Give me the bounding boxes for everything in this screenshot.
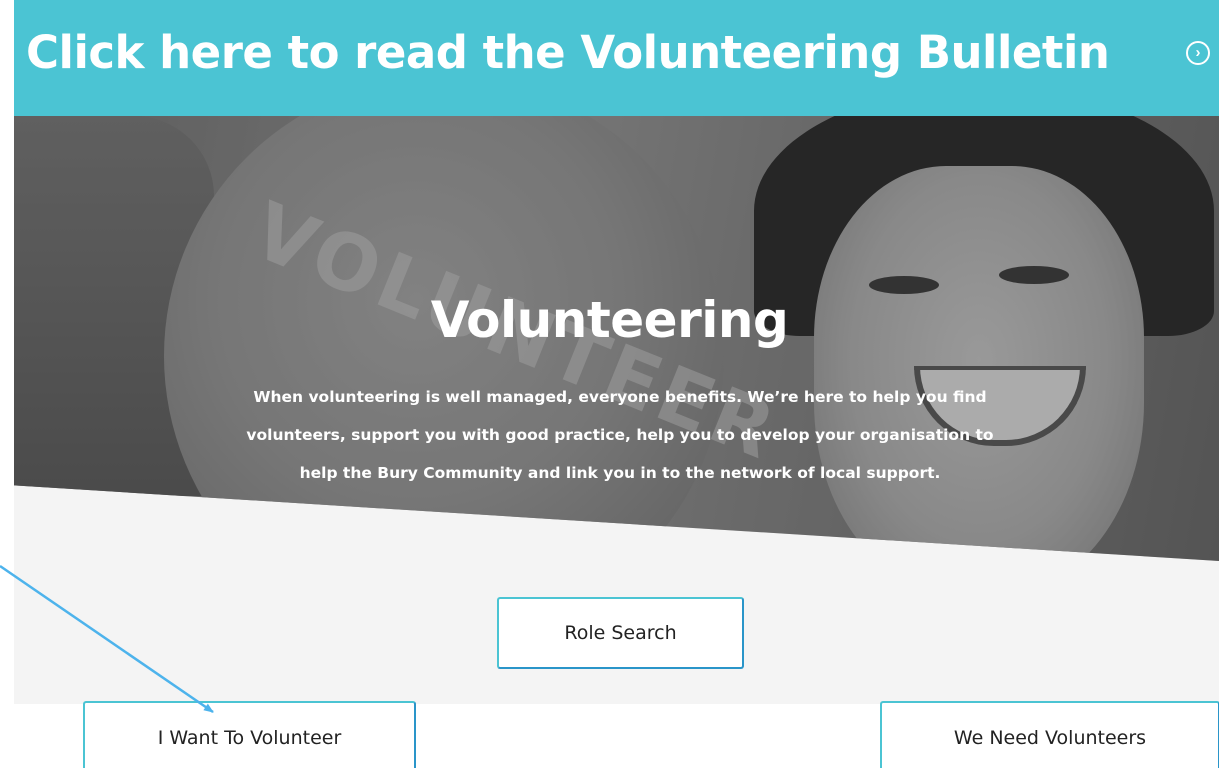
page-title: Volunteering	[430, 291, 789, 349]
volunteering-bulletin-banner[interactable]: Click here to read the Volunteering Bull…	[14, 0, 1219, 116]
hero-description: When volunteering is well managed, every…	[246, 388, 994, 482]
we-need-volunteers-button[interactable]: We Need Volunteers	[880, 701, 1219, 768]
banner-text: Click here to read the Volunteering Bull…	[26, 26, 1110, 79]
chevron-right-circle-icon: ›	[1186, 41, 1210, 65]
page: VOLUNTEER Volunteering When volunteering…	[0, 0, 1219, 768]
i-want-to-volunteer-button[interactable]: I Want To Volunteer	[83, 701, 416, 768]
role-search-button[interactable]: Role Search	[497, 597, 744, 669]
